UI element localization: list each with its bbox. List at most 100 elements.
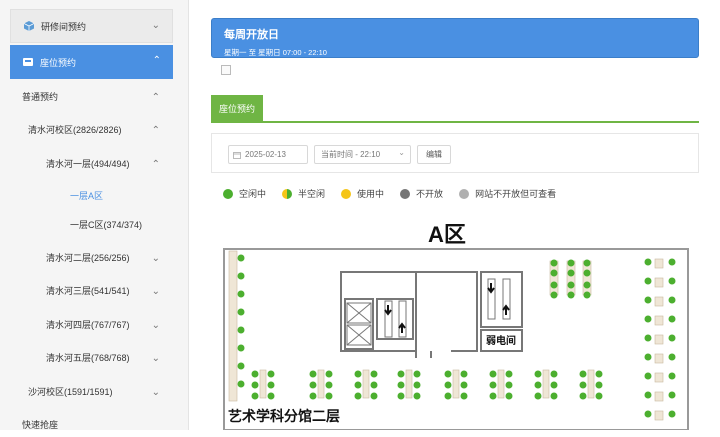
seat-marker[interactable] bbox=[550, 291, 558, 299]
seat-marker[interactable] bbox=[567, 259, 575, 267]
seat-marker[interactable] bbox=[583, 269, 591, 277]
seat-marker[interactable] bbox=[325, 370, 333, 378]
sidebar-item-qingshuihe[interactable]: 清水河校区(2826/2826) ⌃ bbox=[0, 116, 188, 142]
seat-marker[interactable] bbox=[370, 392, 378, 400]
seat-marker[interactable] bbox=[579, 381, 587, 389]
seat-marker[interactable] bbox=[644, 296, 652, 304]
seat-marker[interactable] bbox=[413, 392, 421, 400]
seat-marker[interactable] bbox=[550, 370, 558, 378]
seat-marker[interactable] bbox=[668, 410, 676, 418]
sidebar-item-floor2[interactable]: 清水河二层(256/256) ⌄ bbox=[0, 244, 188, 270]
seat-marker[interactable] bbox=[489, 392, 497, 400]
seat-marker[interactable] bbox=[583, 291, 591, 299]
seat-marker[interactable] bbox=[237, 308, 245, 316]
seat-marker[interactable] bbox=[413, 381, 421, 389]
seat-marker[interactable] bbox=[267, 381, 275, 389]
seat-marker[interactable] bbox=[237, 344, 245, 352]
seat-marker[interactable] bbox=[237, 362, 245, 370]
seat-marker[interactable] bbox=[505, 381, 513, 389]
seat-marker[interactable] bbox=[354, 370, 362, 378]
seat-marker[interactable] bbox=[583, 281, 591, 289]
seat-marker[interactable] bbox=[550, 259, 558, 267]
seat-marker[interactable] bbox=[550, 269, 558, 277]
seat-marker[interactable] bbox=[668, 334, 676, 342]
seat-marker[interactable] bbox=[505, 370, 513, 378]
seat-marker[interactable] bbox=[444, 370, 452, 378]
seat-marker[interactable] bbox=[668, 277, 676, 285]
seat-marker[interactable] bbox=[397, 370, 405, 378]
seat-marker[interactable] bbox=[444, 381, 452, 389]
seat-marker[interactable] bbox=[644, 410, 652, 418]
seat-marker[interactable] bbox=[567, 281, 575, 289]
seat-marker[interactable] bbox=[489, 370, 497, 378]
date-field[interactable]: 2025-02-13 bbox=[228, 145, 308, 164]
seat-marker[interactable] bbox=[251, 370, 259, 378]
seat-marker[interactable] bbox=[370, 381, 378, 389]
seat-marker[interactable] bbox=[550, 392, 558, 400]
seat-marker[interactable] bbox=[668, 372, 676, 380]
seat-marker[interactable] bbox=[397, 392, 405, 400]
seat-marker[interactable] bbox=[595, 392, 603, 400]
seat-marker[interactable] bbox=[567, 269, 575, 277]
seat-marker[interactable] bbox=[644, 315, 652, 323]
seat-marker[interactable] bbox=[550, 281, 558, 289]
seat-marker[interactable] bbox=[579, 392, 587, 400]
seat-marker[interactable] bbox=[237, 254, 245, 262]
seat-marker[interactable] bbox=[237, 272, 245, 280]
seat-marker[interactable] bbox=[534, 392, 542, 400]
seat-marker[interactable] bbox=[237, 380, 245, 388]
sidebar-group-seat-booking[interactable]: 座位预约 ⌃ bbox=[10, 45, 173, 79]
seat-marker[interactable] bbox=[354, 392, 362, 400]
seat-marker[interactable] bbox=[644, 277, 652, 285]
seat-marker[interactable] bbox=[644, 372, 652, 380]
seat-marker[interactable] bbox=[267, 370, 275, 378]
sidebar-item-floor1-a[interactable]: 一层A区 bbox=[0, 182, 188, 208]
seat-marker[interactable] bbox=[489, 381, 497, 389]
tab-seat-booking[interactable]: 座位预约 bbox=[211, 95, 263, 121]
seat-marker[interactable] bbox=[668, 258, 676, 266]
seat-marker[interactable] bbox=[444, 392, 452, 400]
seat-marker[interactable] bbox=[397, 381, 405, 389]
seat-marker[interactable] bbox=[309, 381, 317, 389]
seat-marker[interactable] bbox=[579, 370, 587, 378]
seat-marker[interactable] bbox=[583, 259, 591, 267]
time-select[interactable]: 当前时间 - 22:10 ⌄ bbox=[314, 145, 411, 164]
seat-marker[interactable] bbox=[550, 381, 558, 389]
seat-marker[interactable] bbox=[354, 381, 362, 389]
seat-marker[interactable] bbox=[237, 326, 245, 334]
seat-marker[interactable] bbox=[668, 296, 676, 304]
seat-marker[interactable] bbox=[595, 370, 603, 378]
seat-marker[interactable] bbox=[644, 391, 652, 399]
seat-marker[interactable] bbox=[668, 391, 676, 399]
seat-marker[interactable] bbox=[644, 334, 652, 342]
seat-marker[interactable] bbox=[644, 258, 652, 266]
seat-marker[interactable] bbox=[460, 392, 468, 400]
sidebar-item-floor1-c[interactable]: 一层C区(374/374) bbox=[0, 211, 188, 237]
sidebar-item-floor4[interactable]: 清水河四层(767/767) ⌄ bbox=[0, 311, 188, 337]
seat-marker[interactable] bbox=[595, 381, 603, 389]
sidebar-item-floor3[interactable]: 清水河三层(541/541) ⌄ bbox=[0, 277, 188, 303]
sidebar-group-study-room[interactable]: 研修间预约 ⌄ bbox=[10, 9, 173, 43]
seat-marker[interactable] bbox=[325, 381, 333, 389]
seat-marker[interactable] bbox=[267, 392, 275, 400]
sidebar-item-floor1[interactable]: 清水河一层(494/494) ⌃ bbox=[0, 150, 188, 176]
sidebar-item-quick[interactable]: 快速抢座 bbox=[0, 411, 188, 437]
seat-marker[interactable] bbox=[251, 392, 259, 400]
seat-marker[interactable] bbox=[413, 370, 421, 378]
seat-marker[interactable] bbox=[534, 381, 542, 389]
seat-marker[interactable] bbox=[460, 370, 468, 378]
seat-marker[interactable] bbox=[668, 353, 676, 361]
seat-marker[interactable] bbox=[325, 392, 333, 400]
seat-marker[interactable] bbox=[309, 370, 317, 378]
sidebar-item-normal[interactable]: 普通预约 ⌃ bbox=[0, 83, 188, 109]
seat-marker[interactable] bbox=[237, 290, 245, 298]
seat-marker[interactable] bbox=[668, 315, 676, 323]
seat-marker[interactable] bbox=[644, 353, 652, 361]
seat-marker[interactable] bbox=[460, 381, 468, 389]
edit-button[interactable]: 编辑 bbox=[417, 145, 451, 164]
seat-marker[interactable] bbox=[251, 381, 259, 389]
seat-marker[interactable] bbox=[567, 291, 575, 299]
seat-marker[interactable] bbox=[309, 392, 317, 400]
sidebar-item-floor5[interactable]: 清水河五层(768/768) ⌄ bbox=[0, 344, 188, 370]
seat-marker[interactable] bbox=[534, 370, 542, 378]
